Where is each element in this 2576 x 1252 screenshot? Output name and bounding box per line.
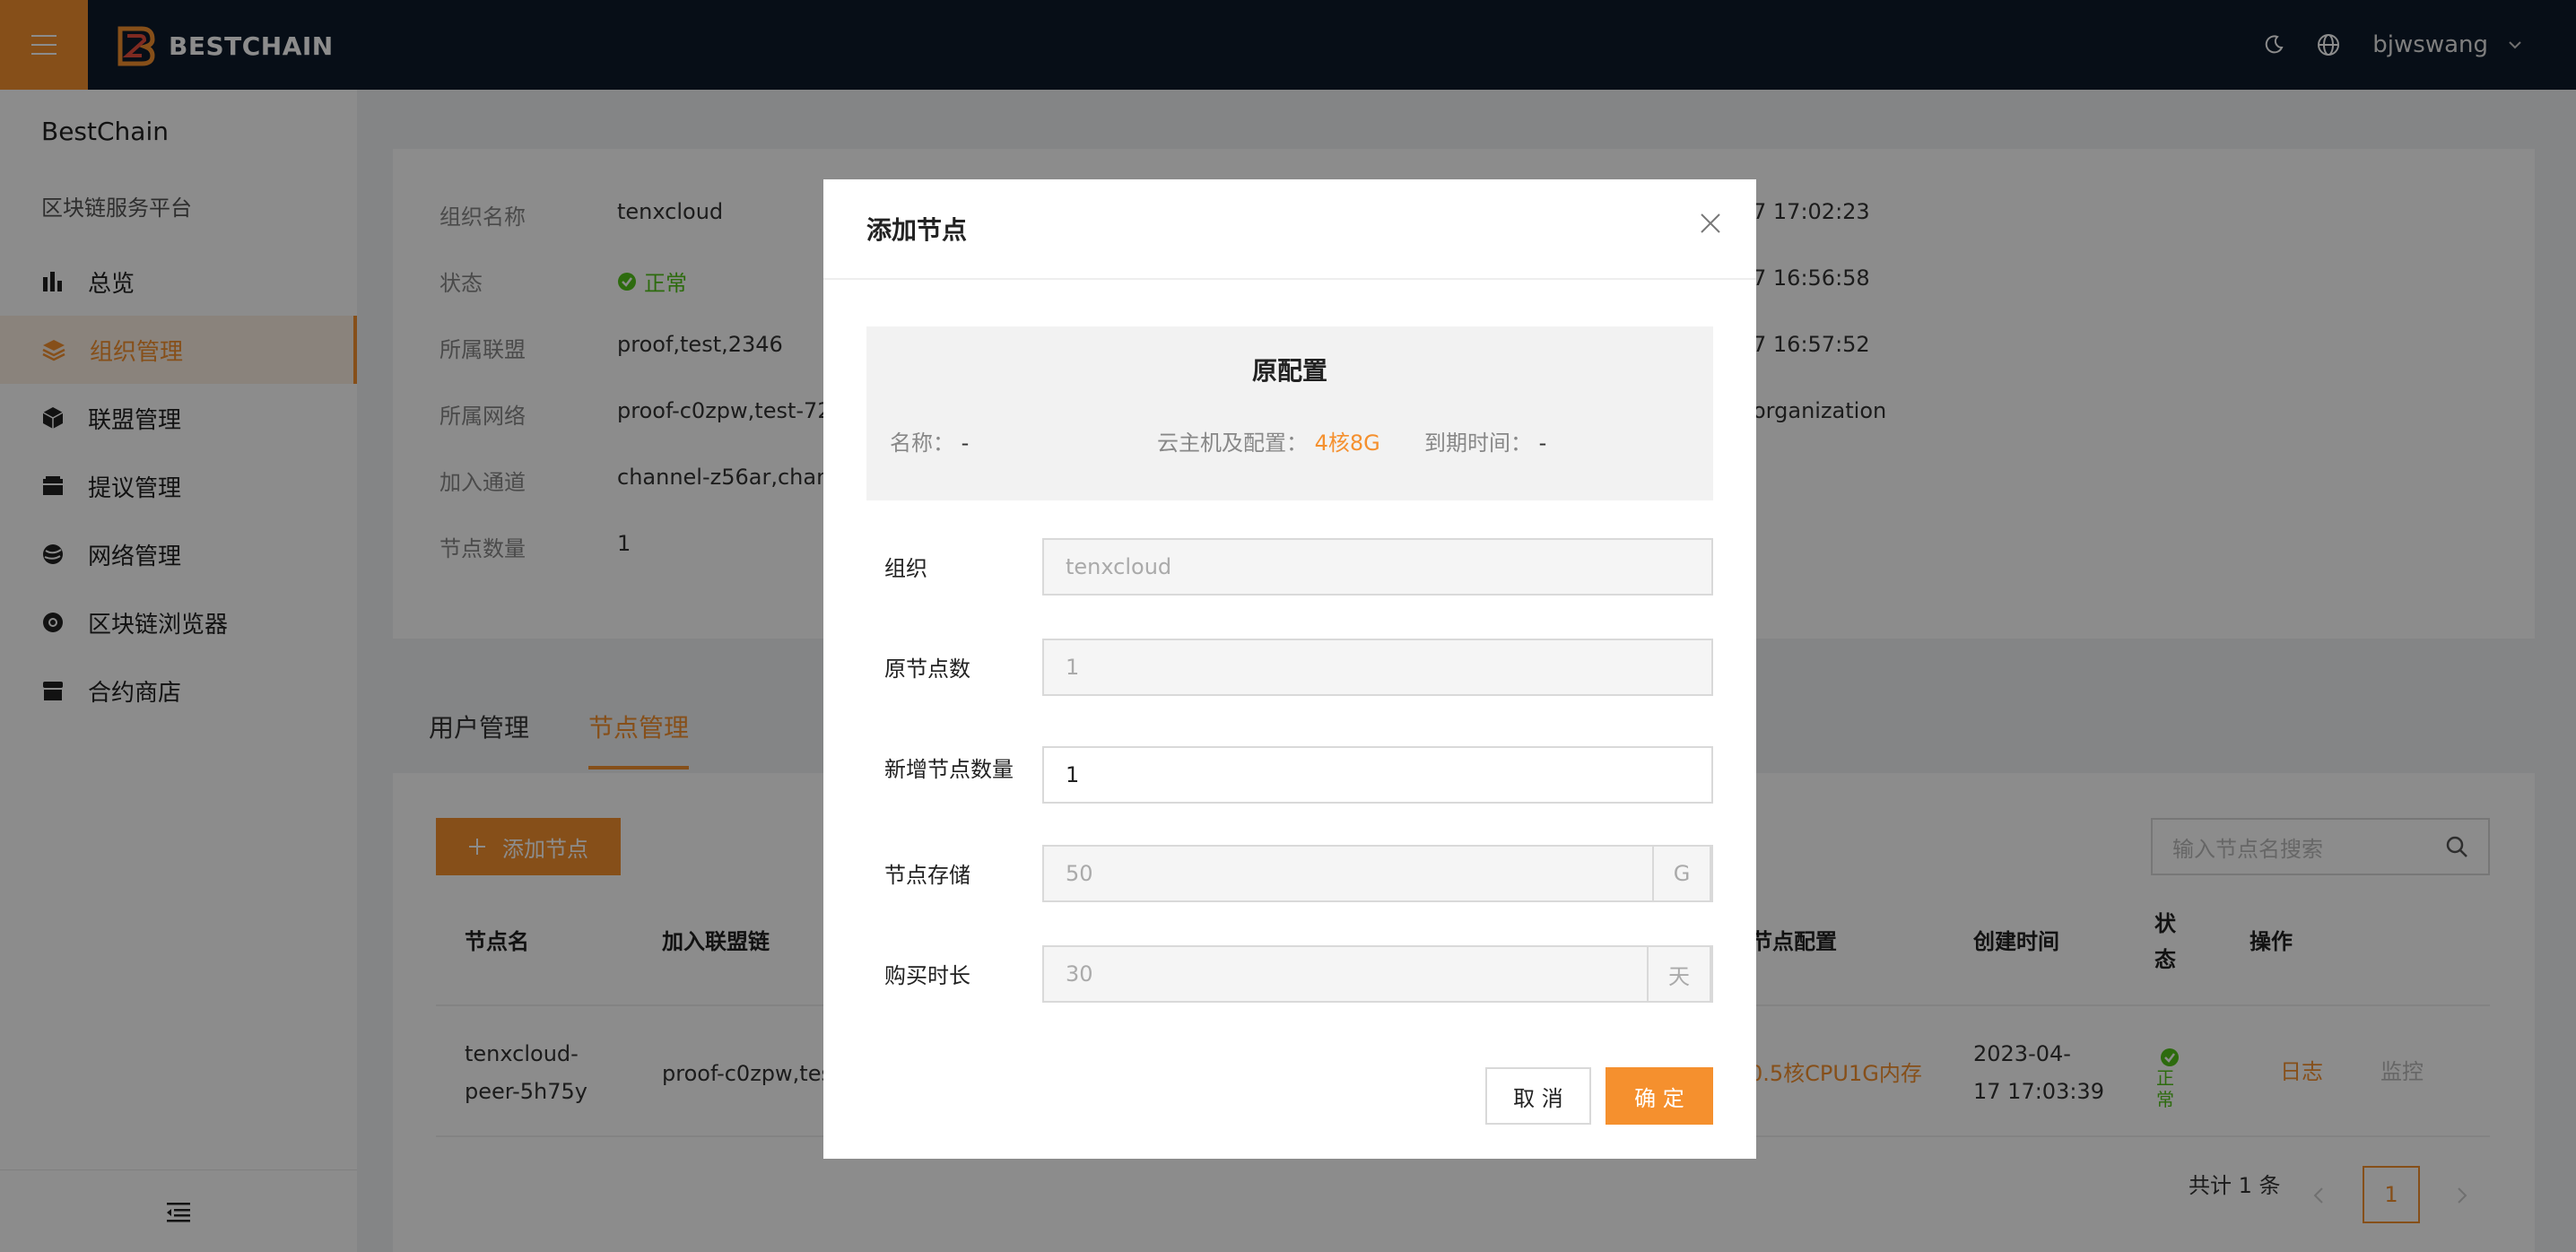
- storage-value: 50: [1066, 861, 1093, 886]
- duration-unit: 天: [1647, 945, 1711, 1003]
- new-nodes-input[interactable]: 1: [1042, 746, 1713, 804]
- add-node-dialog: 添加节点 原配置 名称： - 云主机及配置： 4核8G 到期时间： - 组织 t…: [823, 179, 1756, 1159]
- duration-field: 30 天: [1042, 945, 1713, 1003]
- orig-spec-label: 云主机及配置：: [1157, 430, 1308, 456]
- duration-value: 30: [1066, 961, 1093, 987]
- orig-name-label: 名称：: [890, 430, 954, 456]
- close-icon[interactable]: [1699, 212, 1722, 235]
- orig-expire: 到期时间： -: [1424, 425, 1546, 456]
- orig-name-value: -: [961, 430, 970, 456]
- orig-spec-value: 4核8G: [1314, 430, 1380, 456]
- org-field-label: 组织: [884, 556, 927, 581]
- dialog-title: 添加节点: [866, 215, 968, 245]
- orig-expire-value: -: [1538, 430, 1547, 456]
- orig-nodes-field-label: 原节点数: [884, 656, 970, 682]
- org-field: tenxcloud: [1042, 538, 1713, 596]
- storage-field: 50 G: [1042, 845, 1713, 902]
- storage-unit: G: [1652, 845, 1711, 902]
- orig-name: 名称： -: [890, 425, 969, 456]
- orig-expire-label: 到期时间：: [1424, 430, 1532, 456]
- dialog-header: 添加节点: [823, 179, 1756, 280]
- storage-field-label: 节点存储: [884, 863, 970, 888]
- original-config-title: 原配置: [1251, 356, 1327, 386]
- cancel-button[interactable]: 取 消: [1485, 1067, 1591, 1125]
- new-nodes-field-label: 新增节点数量: [884, 757, 1014, 782]
- confirm-button[interactable]: 确 定: [1606, 1067, 1713, 1125]
- orig-nodes-field: 1: [1042, 639, 1713, 696]
- original-config-panel: 原配置 名称： - 云主机及配置： 4核8G 到期时间： -: [866, 326, 1713, 500]
- duration-field-label: 购买时长: [884, 963, 970, 988]
- orig-spec: 云主机及配置： 4核8G: [1157, 425, 1380, 456]
